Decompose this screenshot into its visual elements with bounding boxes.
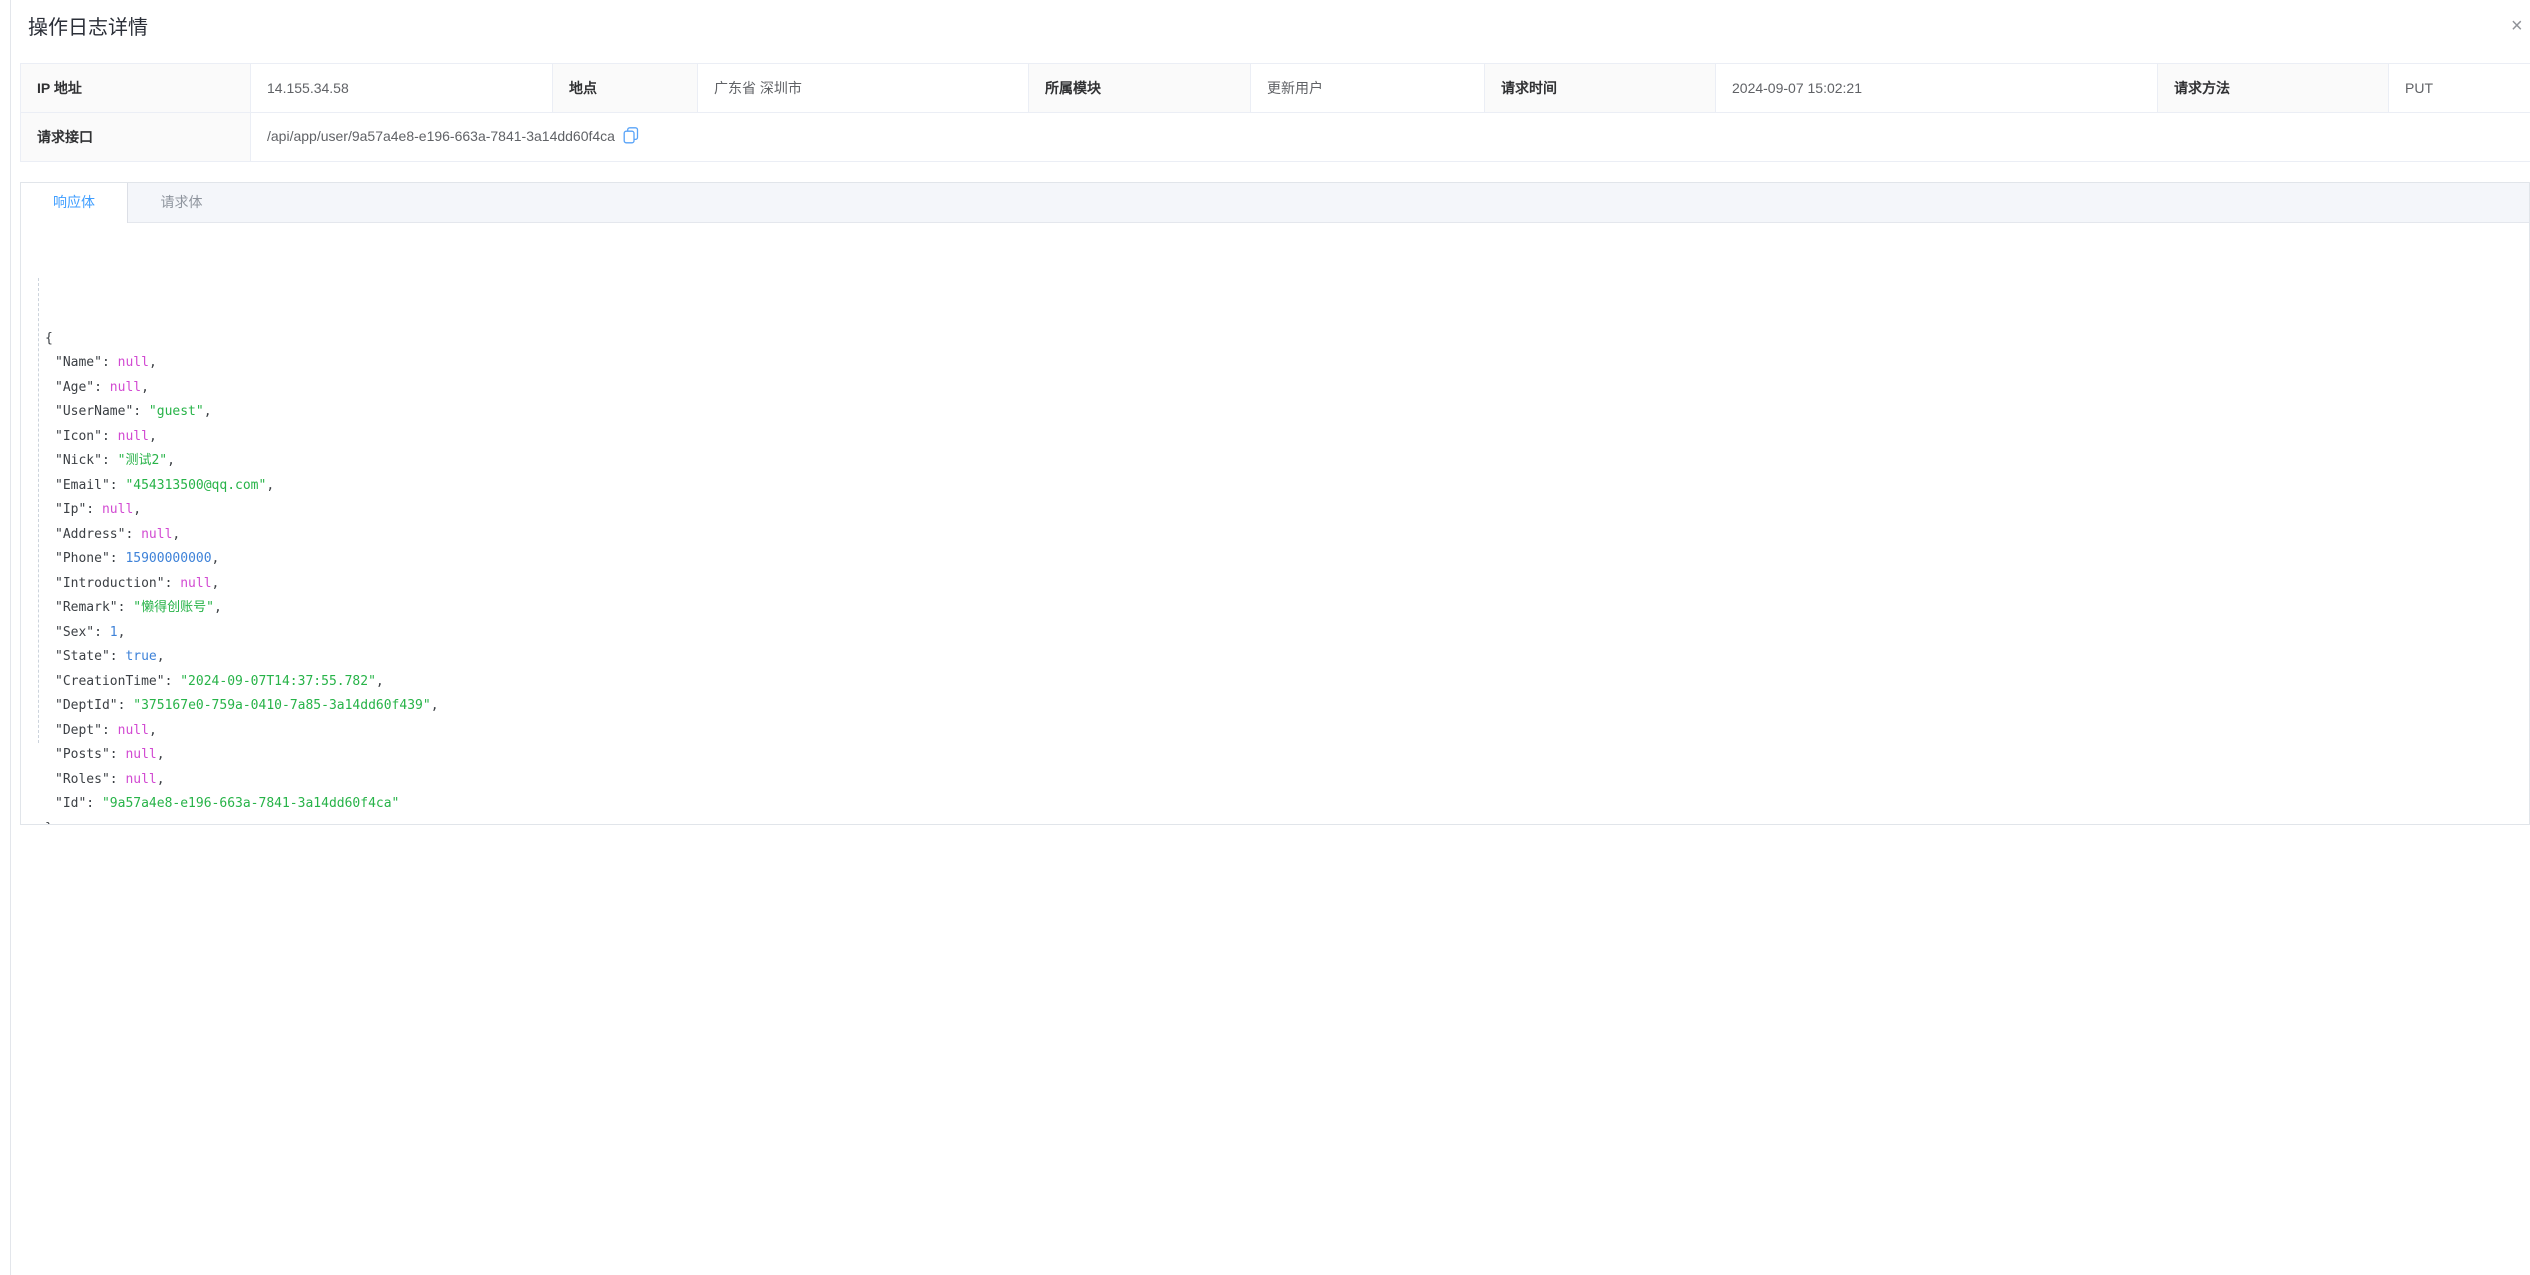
- log-detail-drawer: 操作日志详情 × IP 地址 14.155.34.58 地点 广东省 深圳市 所…: [10, 0, 2530, 1275]
- tab-request-body[interactable]: 请求体: [128, 183, 235, 223]
- table-row: 请求接口 /api/app/user/9a57a4e8-e196-663a-78…: [21, 113, 2530, 162]
- close-icon[interactable]: ×: [2511, 15, 2530, 37]
- body-tabs-card: 响应体 请求体 {"Name": null,"Age": null,"UserN…: [20, 182, 2530, 825]
- field-label-location: 地点: [553, 64, 698, 113]
- field-label-api: 请求接口: [21, 113, 251, 162]
- page-title: 操作日志详情: [28, 14, 148, 42]
- field-value-api: /api/app/user/9a57a4e8-e196-663a-7841-3a…: [251, 113, 2530, 162]
- tab-response-body[interactable]: 响应体: [21, 183, 128, 223]
- tab-header: 响应体 请求体: [21, 183, 2529, 223]
- drawer-header: 操作日志详情 ×: [20, 0, 2530, 56]
- field-value-location: 广东省 深圳市: [698, 64, 1029, 113]
- api-path: /api/app/user/9a57a4e8-e196-663a-7841-3a…: [267, 128, 615, 144]
- json-viewer: {"Name": null,"Age": null,"UserName": "g…: [21, 223, 2529, 824]
- field-label-ip: IP 地址: [21, 64, 251, 113]
- log-details-table: IP 地址 14.155.34.58 地点 广东省 深圳市 所属模块 更新用户 …: [20, 63, 2530, 162]
- field-label-method: 请求方法: [2158, 64, 2389, 113]
- field-value-time: 2024-09-07 15:02:21: [1716, 64, 2158, 113]
- field-value-ip: 14.155.34.58: [251, 64, 553, 113]
- indent-guide: [38, 278, 39, 743]
- field-value-module: 更新用户: [1251, 64, 1485, 113]
- field-value-method: PUT: [2389, 64, 2530, 113]
- field-label-module: 所属模块: [1029, 64, 1251, 113]
- table-row: IP 地址 14.155.34.58 地点 广东省 深圳市 所属模块 更新用户 …: [21, 64, 2530, 113]
- field-label-time: 请求时间: [1485, 64, 1716, 113]
- copy-document-icon[interactable]: [623, 127, 639, 147]
- json-content: {"Name": null,"Age": null,"UserName": "g…: [21, 223, 2529, 824]
